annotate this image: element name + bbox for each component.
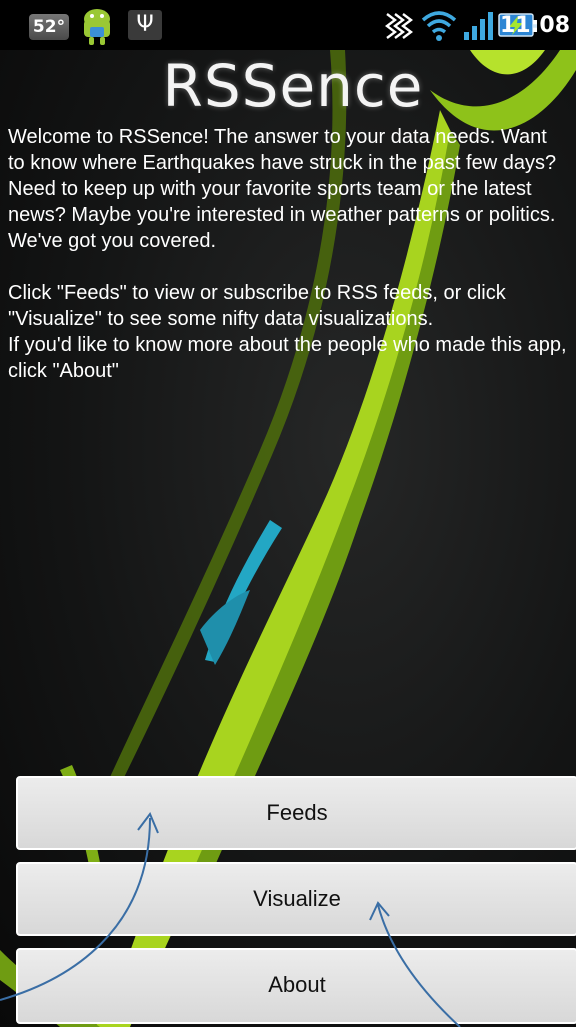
android-robot-icon [84, 9, 110, 45]
welcome-text: Welcome to RSSence! The answer to your d… [8, 126, 567, 382]
about-button[interactable]: About [16, 948, 576, 1024]
temperature-badge: 52° [29, 14, 69, 40]
vibrate-icon [385, 13, 413, 39]
signal-icon [464, 12, 493, 40]
phone-screen: 52° Ψ 11:08 RSSence Welcome to RSSence! … [0, 0, 576, 1027]
status-bar: 52° Ψ 11:08 [0, 0, 576, 50]
visualize-button[interactable]: Visualize [16, 862, 576, 936]
feeds-button[interactable]: Feeds [16, 776, 576, 850]
status-clock: 11:08 [499, 13, 570, 38]
wifi-icon [421, 11, 457, 41]
app-title: RSSence [162, 52, 424, 120]
usb-icon: Ψ [128, 10, 162, 40]
